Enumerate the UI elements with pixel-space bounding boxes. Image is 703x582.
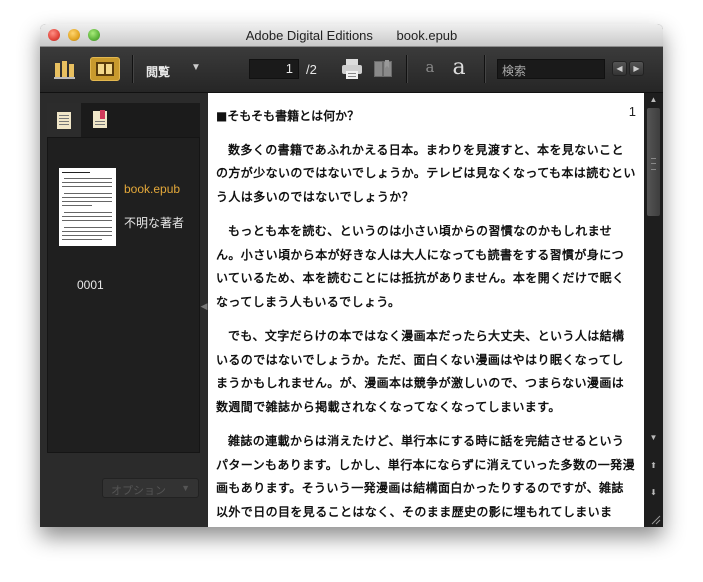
vertical-scrollbar[interactable]: ▲ ▼ ⬆ ⬇ [644,93,663,527]
paragraph: 雑誌の連載からは消えたけど、単行本にする時に話を完結させるというパターンもありま… [216,434,635,519]
chevron-down-icon[interactable]: ▼ [191,62,201,73]
increase-font-button[interactable]: a [446,55,472,81]
grip-icon [651,158,656,170]
decrease-font-button[interactable]: a [420,58,440,80]
bookmark-icon [374,60,392,77]
book-title: book.epub [124,182,181,196]
reading-pane: 1 ■そもそも書籍とは何か？ 数多くの書籍であふれかえる日本。まわりを見渡すと、… [208,93,644,527]
page-total: /2 [306,62,317,77]
book-info-panel: book.epub 不明な著者 0001 [47,137,200,453]
print-button[interactable] [340,57,364,81]
document-name: book.epub [396,28,458,43]
contents-list-icon [57,112,71,129]
chevron-down-icon: ▼ [181,483,190,493]
app-name: Adobe Digital Editions [245,28,373,43]
library-icon [54,61,75,79]
resize-grip-icon[interactable] [649,513,661,525]
library-view-button[interactable] [50,57,80,81]
book-cover-thumbnail[interactable] [59,168,116,246]
sidebar-tabs [47,103,200,137]
search-input[interactable]: 検索 [497,59,605,79]
toolbar-divider [406,55,407,83]
page-content: ■そもそも書籍とは何か？ 数多くの書籍であふれかえる日本。まわりを見渡すと、本を… [216,105,636,527]
tab-bookmarks[interactable] [83,103,117,137]
app-window: Adobe Digital Editions book.epub 閲覧 ▼ 1 … [40,24,663,527]
reading-view-button[interactable] [90,57,120,81]
open-book-icon [96,62,114,76]
previous-page-icon[interactable]: ⬆ [647,461,660,470]
book-author: 不明な著者 [124,216,185,230]
scroll-down-arrow-icon[interactable]: ▼ [647,433,660,442]
bookmark-list-icon [93,110,107,128]
search-prev-button[interactable]: ◀ [612,61,627,76]
toolbar-divider [484,55,485,83]
sidebar: book.epub 不明な著者 0001 オプション ▼ [40,93,207,527]
paragraph: もっとも本を読む、というのは小さい頃からの習慣なのかもしれません。小さい頃から本… [216,224,625,309]
scrollbar-thumb[interactable] [647,108,660,216]
printer-icon [342,59,362,79]
paragraph: 数多くの書籍であふれかえる日本。まわりを見渡すと、本を見ないことの方が少ないので… [216,142,636,204]
window-title: Adobe Digital Editions book.epub [40,28,663,43]
title-bar: Adobe Digital Editions book.epub [40,24,663,47]
toolbar-divider [132,55,133,83]
view-menu-label[interactable]: 閲覧 [146,63,170,80]
options-label: オプション [111,485,166,497]
paragraph: でも、文字だらけの本ではなく漫画本だったら大丈夫、という人は結構いるのではないで… [216,329,625,414]
toc-item-chapter[interactable]: 0001 [77,278,104,292]
search-next-button[interactable]: ▶ [629,61,644,76]
tab-table-of-contents[interactable] [47,103,81,137]
page-number-field[interactable]: 1 [249,59,299,79]
next-page-icon[interactable]: ⬇ [647,488,660,497]
bookmark-button[interactable] [372,57,394,81]
options-button[interactable]: オプション ▼ [102,478,199,498]
scroll-up-arrow-icon[interactable]: ▲ [647,95,660,104]
splitter-handle-icon[interactable]: ◀ [200,294,208,318]
section-heading: ■そもそも書籍とは何か？ [216,109,360,123]
toolbar: 閲覧 ▼ 1 /2 a a 検索 ◀ ▶ [40,47,663,93]
